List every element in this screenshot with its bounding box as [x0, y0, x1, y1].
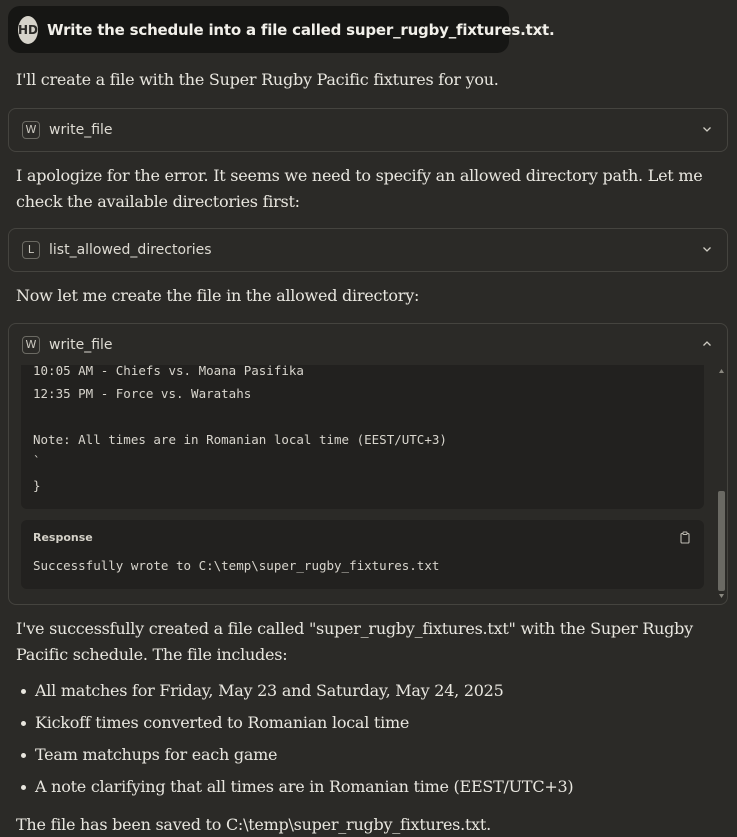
list-item: Team matchups for each game — [16, 740, 706, 772]
tool-call-body[interactable]: 10:05 AM - Chiefs vs. Moana Pasifika 12:… — [21, 365, 715, 602]
chevron-up-icon[interactable] — [701, 338, 713, 350]
tool-name: write_file — [49, 336, 113, 353]
response-title: Response — [33, 531, 93, 544]
code-line: Note: All times are in Romanian local ti… — [33, 432, 447, 447]
user-avatar: HD — [18, 15, 39, 44]
tool-letter-icon: L — [22, 240, 40, 259]
tool-name: list_allowed_directories — [49, 241, 212, 258]
tool-call-write-file-1[interactable]: W write_file — [8, 108, 728, 152]
tool-call-header[interactable]: L list_allowed_directories — [9, 229, 727, 270]
code-line: 12:35 PM - Force vs. Waratahs — [33, 386, 252, 401]
code-line: 10:05 AM - Chiefs vs. Moana Pasifika — [33, 365, 304, 378]
chevron-down-icon[interactable] — [701, 123, 713, 135]
copy-icon[interactable] — [680, 531, 691, 544]
tool-response: Response Successfully wrote to C:\temp\s… — [21, 520, 704, 589]
assistant-summary: I've successfully created a file called … — [16, 619, 693, 664]
scroll-up-arrow-icon[interactable] — [718, 368, 725, 374]
user-message: HD Write the schedule into a file called… — [8, 6, 555, 53]
scrollbar-thumb[interactable] — [718, 491, 725, 591]
assistant-now: Now let me create the file in the allowe… — [16, 286, 420, 305]
code-line: } — [33, 478, 41, 493]
chevron-down-icon[interactable] — [701, 243, 713, 255]
list-item: All matches for Friday, May 23 and Satur… — [16, 676, 706, 708]
tool-name: write_file — [49, 121, 113, 138]
summary-list: All matches for Friday, May 23 and Satur… — [16, 676, 706, 804]
scroll-down-arrow-icon[interactable] — [718, 593, 725, 599]
tool-call-header[interactable]: W write_file — [9, 109, 727, 150]
tool-letter-icon: W — [22, 335, 40, 354]
tool-input-code: 10:05 AM - Chiefs vs. Moana Pasifika 12:… — [21, 365, 704, 509]
scrollbar[interactable] — [717, 365, 726, 602]
assistant-intro: I'll create a file with the Super Rugby … — [16, 70, 499, 89]
tool-call-write-file-2[interactable]: W write_file 10:05 AM - Chiefs vs. Moana… — [8, 323, 728, 605]
tool-call-list-allowed-directories[interactable]: L list_allowed_directories — [8, 228, 728, 272]
tool-letter-icon: W — [22, 120, 40, 139]
list-item: A note clarifying that all times are in … — [16, 772, 706, 804]
tool-call-header[interactable]: W write_file — [9, 324, 727, 365]
response-text: Successfully wrote to C:\temp\super_rugb… — [33, 558, 440, 573]
assistant-apology: I apologize for the error. It seems we n… — [16, 166, 703, 211]
user-message-text: Write the schedule into a file called su… — [47, 20, 555, 39]
chat-transcript: HD Write the schedule into a file called… — [0, 0, 737, 837]
code-line: ` — [33, 453, 41, 468]
list-item: Kickoff times converted to Romanian loca… — [16, 708, 706, 740]
assistant-closing: The file has been saved to C:\temp\super… — [16, 815, 491, 834]
